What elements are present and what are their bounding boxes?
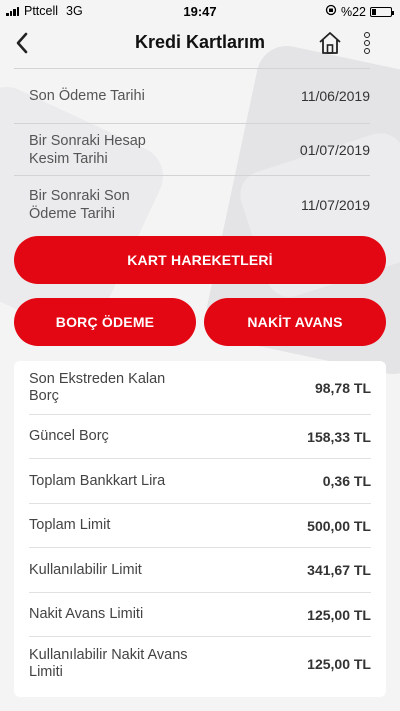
- summary-row: Nakit Avans Limiti 125,00 TL: [29, 593, 371, 637]
- battery-icon: [370, 6, 394, 17]
- nakit-avans-button[interactable]: NAKİT AVANS: [204, 298, 386, 346]
- summary-label: Kullanılabilir Limit: [29, 561, 142, 578]
- summary-value: 0,36 TL: [322, 473, 371, 489]
- card-info-row: Bir Sonraki Son Ödeme Tarihi 11/07/2019: [14, 175, 370, 234]
- kart-hareketleri-button[interactable]: KART HAREKETLERİ: [14, 236, 386, 284]
- summary-label: Güncel Borç: [29, 428, 109, 444]
- summary-value: 125,00 TL: [307, 606, 371, 623]
- summary-label: Kullanılabilir Nakit Avans Limiti: [29, 647, 188, 680]
- summary-row: Kullanılabilir Nakit Avans Limiti 125,00…: [29, 637, 371, 691]
- card-info-label: Bir Sonraki Hesap Kesim Tarihi: [29, 132, 146, 167]
- borc-odeme-button[interactable]: BORÇ ÖDEME: [14, 298, 196, 346]
- status-bar: Pttcell 3G 19:47 %22: [0, 0, 400, 22]
- card-info-value: 11/06/2019: [300, 88, 370, 104]
- home-icon: [319, 32, 341, 54]
- summary-value: 500,00 TL: [307, 517, 371, 534]
- summary-row: Güncel Borç 158,33 TL: [29, 415, 371, 459]
- summary-label: Son Ekstreden Kalan Borç: [29, 370, 166, 404]
- summary-label: Toplam Limit: [29, 517, 111, 533]
- card-info-row: Son Ödeme Tarihi 11/06/2019: [14, 68, 370, 123]
- card-info-list: Son Ödeme Tarihi 11/06/2019 Bir Sonraki …: [14, 68, 370, 234]
- card-info-row: Bir Sonraki Hesap Kesim Tarihi 01/07/201…: [14, 123, 370, 175]
- back-arrow-icon: [16, 32, 28, 54]
- summary-value: 98,78 TL: [314, 379, 371, 396]
- summary-row: Toplam Bankkart Lira 0,36 TL: [29, 459, 371, 504]
- summary-row: Kullanılabilir Limit 341,67 TL: [29, 548, 371, 593]
- summary-label: Nakit Avans Limiti: [29, 606, 144, 622]
- card-info-value: 01/07/2019: [299, 141, 370, 158]
- summary-label: Toplam Bankkart Lira: [29, 472, 166, 489]
- rotation-lock-icon: [325, 4, 337, 19]
- debt-summary-card: Son Ekstreden Kalan Borç 98,78 TL Güncel…: [14, 361, 386, 697]
- battery-percent: %22: [340, 4, 366, 19]
- summary-row: Toplam Limit 500,00 TL: [29, 504, 371, 548]
- summary-value: 125,00 TL: [307, 656, 371, 672]
- summary-row: Son Ekstreden Kalan Borç 98,78 TL: [29, 361, 371, 415]
- card-info-label: Son Ödeme Tarihi: [29, 88, 145, 104]
- back-button[interactable]: [8, 28, 36, 58]
- more-vertical-icon[interactable]: [355, 26, 379, 60]
- home-button[interactable]: [315, 28, 345, 58]
- card-info-value: 11/07/2019: [300, 197, 370, 213]
- navigation-bar: Kredi Kartlarım: [0, 22, 400, 64]
- card-info-label: Bir Sonraki Son Ödeme Tarihi: [29, 188, 130, 222]
- summary-value: 158,33 TL: [307, 428, 371, 445]
- summary-value: 341,67 TL: [307, 562, 371, 578]
